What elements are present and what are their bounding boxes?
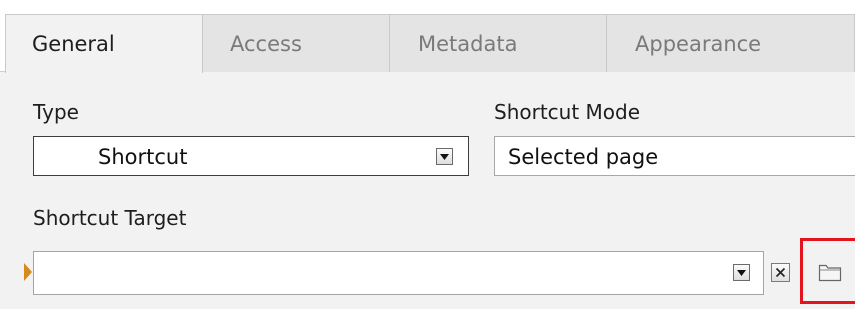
shortcut-target-select[interactable] [33, 251, 764, 295]
tab-appearance-label: Appearance [635, 31, 762, 56]
folder-icon [818, 264, 842, 282]
tab-metadata-label: Metadata [418, 31, 518, 56]
type-dropdown-button[interactable] [436, 148, 453, 165]
close-icon [775, 267, 786, 278]
clear-target-button[interactable] [771, 263, 790, 282]
type-label: Type [33, 100, 79, 124]
tab-bar: General Access Metadata Appearance [0, 0, 855, 73]
chevron-down-icon [737, 269, 746, 276]
shortcut-target-label: Shortcut Target [33, 206, 187, 230]
tab-access-label: Access [230, 31, 302, 56]
tab-metadata[interactable]: Metadata [389, 14, 607, 72]
tab-general-label: General [32, 32, 115, 56]
shortcut-mode-select[interactable]: Selected page [494, 136, 855, 176]
shortcut-mode-value: Selected page [508, 145, 659, 169]
tab-general[interactable]: General [5, 14, 203, 73]
page-properties-panel: General Access Metadata Appearance Type … [0, 0, 855, 309]
type-select-value: Shortcut [98, 145, 188, 169]
tab-appearance[interactable]: Appearance [606, 14, 855, 72]
shortcut-mode-label: Shortcut Mode [494, 100, 641, 124]
shortcut-target-dropdown-button[interactable] [733, 264, 750, 281]
field-marker-icon [24, 263, 32, 281]
type-select[interactable]: Shortcut [33, 136, 469, 176]
tab-access[interactable]: Access [202, 14, 390, 72]
browse-target-button[interactable] [816, 259, 844, 285]
chevron-down-icon [440, 153, 449, 160]
